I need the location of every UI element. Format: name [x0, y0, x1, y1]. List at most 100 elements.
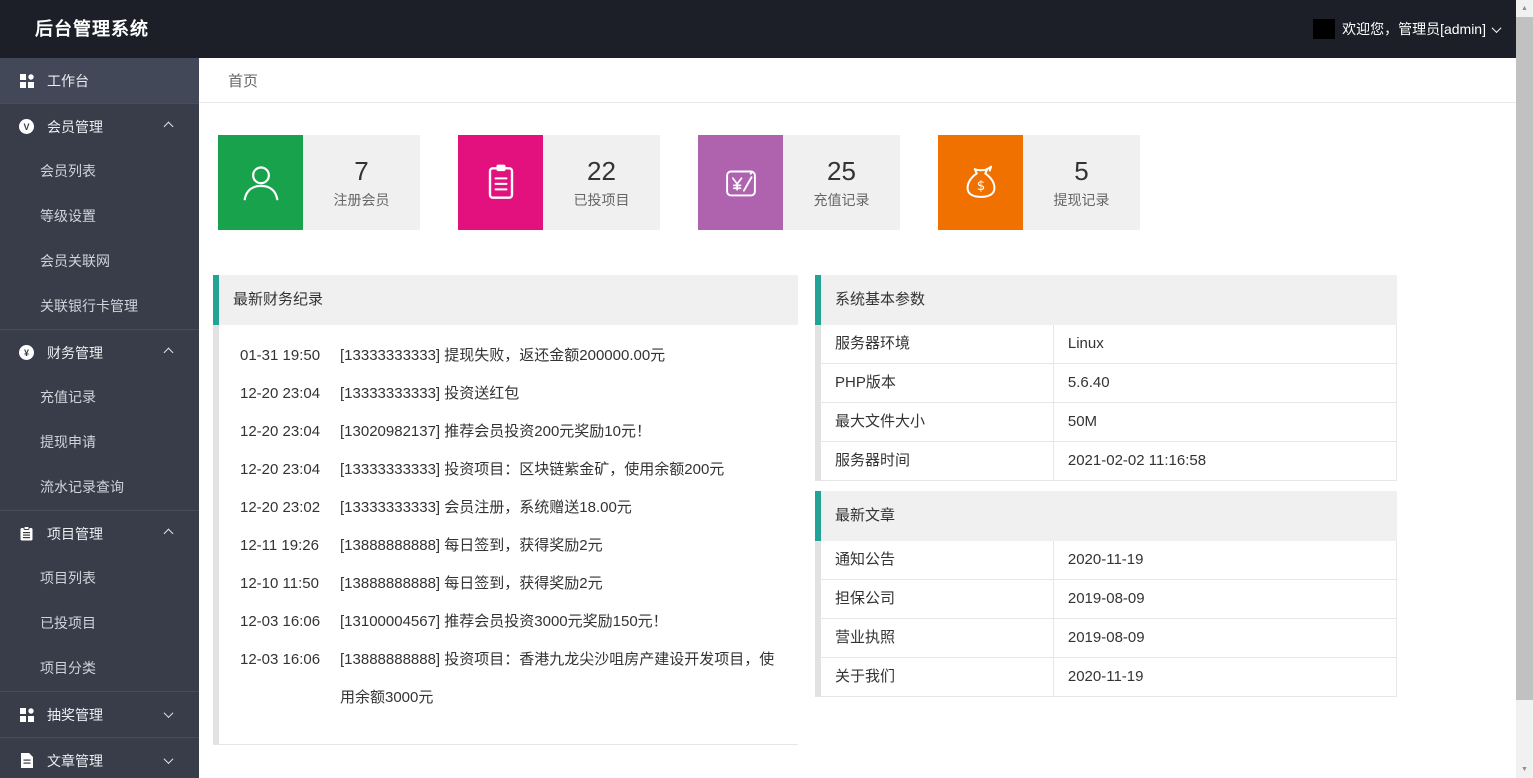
- member-circle-icon: V: [19, 119, 34, 134]
- clipboard-icon: [19, 526, 34, 541]
- article-doc-icon: [19, 753, 34, 768]
- stat-label: 已投项目: [574, 190, 630, 210]
- right-column: 系统基本参数 服务器环境Linux PHP版本5.6.40 最大文件大小50M …: [815, 275, 1397, 745]
- admin-dashboard: 后台管理系统 欢迎您，管理员[admin] 工作台 V 会员管理 会员列表 等级…: [0, 0, 1533, 778]
- chevron-up-icon: [164, 529, 174, 539]
- lottery-grid-icon: [19, 708, 34, 722]
- sidebar-item-withdraw-requests[interactable]: 提现申请: [0, 420, 199, 465]
- sidebar-item-workbench[interactable]: 工作台: [0, 58, 199, 103]
- panel-title: 最新文章: [815, 491, 1397, 541]
- chevron-up-icon: [164, 122, 174, 132]
- sidebar-group-finance: ¥ 财务管理 充值记录 提现申请 流水记录查询: [0, 329, 199, 510]
- sidebar-item-label: 文章管理: [47, 751, 103, 771]
- clipboard-icon: [458, 135, 543, 230]
- stat-value: 5: [1074, 156, 1088, 187]
- sidebar-item-member-network[interactable]: 会员关联网: [0, 239, 199, 284]
- money-bag-icon: $: [938, 135, 1023, 230]
- sidebar-group-lottery: 抽奖管理: [0, 691, 199, 737]
- sidebar-item-label: 项目管理: [47, 524, 103, 544]
- sidebar-item-article-mgmt[interactable]: 文章管理: [0, 738, 199, 778]
- sidebar-item-label: 抽奖管理: [47, 705, 103, 725]
- sidebar-item-invested-projects[interactable]: 已投项目: [0, 601, 199, 646]
- console-grid-icon: [19, 74, 34, 88]
- chevron-up-icon: [164, 348, 174, 358]
- svg-text:$: $: [976, 179, 985, 194]
- finance-record: 12-03 16:06[13100004567] 推荐会员投资3000元奖励15…: [240, 603, 780, 641]
- table-row: 服务器环境Linux: [821, 325, 1396, 364]
- sidebar-item-bank-cards[interactable]: 关联银行卡管理: [0, 284, 199, 329]
- finance-record: 12-20 23:04[13333333333] 投资项目：区块链紫金矿，使用余…: [240, 451, 780, 489]
- panels-row: 最新财务纪录 01-31 19:50[13333333333] 提现失败，返还金…: [213, 275, 1498, 745]
- table-row: 营业执照2019-08-09: [821, 619, 1396, 658]
- scrollbar-thumb[interactable]: [1516, 17, 1533, 700]
- stat-cards-row: 7 注册会员 22 已投项目: [218, 135, 1498, 230]
- sidebar-item-member-list[interactable]: 会员列表: [0, 149, 199, 194]
- sidebar-item-project-categories[interactable]: 项目分类: [0, 646, 199, 691]
- sidebar-item-recharge-records[interactable]: 充值记录: [0, 375, 199, 420]
- user-menu[interactable]: 欢迎您，管理员[admin]: [1313, 0, 1500, 58]
- table-row: 关于我们2020-11-19: [821, 658, 1396, 697]
- sidebar-item-lottery-mgmt[interactable]: 抽奖管理: [0, 692, 199, 737]
- stat-card-withdraw-records[interactable]: $ 5 提现记录: [938, 135, 1140, 230]
- latest-articles-panel: 最新文章 通知公告2020-11-19 担保公司2019-08-09 营业执照2…: [815, 491, 1397, 697]
- table-row: 最大文件大小50M: [821, 403, 1396, 442]
- finance-record: 12-11 19:26[13888888888] 每日签到，获得奖励2元: [240, 527, 780, 565]
- scrollbar[interactable]: ▲ ▼: [1516, 0, 1533, 778]
- system-params-table: 服务器环境Linux PHP版本5.6.40 最大文件大小50M 服务器时间20…: [815, 325, 1397, 481]
- chevron-down-icon: [1492, 23, 1502, 33]
- sidebar-item-project-list[interactable]: 项目列表: [0, 556, 199, 601]
- finance-record: 01-31 19:50[13333333333] 提现失败，返还金额200000…: [240, 337, 780, 375]
- latest-articles-table: 通知公告2020-11-19 担保公司2019-08-09 营业执照2019-0…: [815, 541, 1397, 697]
- finance-records-panel: 最新财务纪录 01-31 19:50[13333333333] 提现失败，返还金…: [213, 275, 798, 745]
- system-params-panel: 系统基本参数 服务器环境Linux PHP版本5.6.40 最大文件大小50M …: [815, 275, 1397, 481]
- table-row: PHP版本5.6.40: [821, 364, 1396, 403]
- sidebar-item-label: 财务管理: [47, 343, 103, 363]
- table-row: 担保公司2019-08-09: [821, 580, 1396, 619]
- finance-record: 12-20 23:02[13333333333] 会员注册，系统赠送18.00元: [240, 489, 780, 527]
- stat-card-registered-members[interactable]: 7 注册会员: [218, 135, 420, 230]
- panel-title: 系统基本参数: [815, 275, 1397, 325]
- avatar: [1313, 19, 1335, 39]
- sidebar-item-flow-records[interactable]: 流水记录查询: [0, 465, 199, 510]
- stat-value: 25: [827, 156, 856, 187]
- stat-label: 注册会员: [334, 190, 390, 210]
- main-area: 首页 7 注册会员: [199, 58, 1516, 778]
- sidebar-item-member-mgmt[interactable]: V 会员管理: [0, 104, 199, 149]
- chevron-down-icon: [164, 754, 174, 764]
- sidebar: 工作台 V 会员管理 会员列表 等级设置 会员关联网 关联银行卡管理 ¥ 财务管…: [0, 58, 199, 778]
- yen-bill-icon: [698, 135, 783, 230]
- user-icon: [218, 135, 303, 230]
- sidebar-item-project-mgmt[interactable]: 项目管理: [0, 511, 199, 556]
- tab-bar: 首页: [199, 58, 1516, 103]
- panel-title: 最新财务纪录: [213, 275, 798, 325]
- stat-value: 22: [587, 156, 616, 187]
- finance-record: 12-10 11:50[13888888888] 每日签到，获得奖励2元: [240, 565, 780, 603]
- stat-value: 7: [354, 156, 368, 187]
- sidebar-item-level-settings[interactable]: 等级设置: [0, 194, 199, 239]
- dashboard-content: 7 注册会员 22 已投项目: [199, 103, 1516, 745]
- top-header: 后台管理系统 欢迎您，管理员[admin]: [0, 0, 1516, 58]
- stat-card-invested-projects[interactable]: 22 已投项目: [458, 135, 660, 230]
- table-row: 通知公告2020-11-19: [821, 541, 1396, 580]
- finance-yen-circle-icon: ¥: [19, 345, 34, 360]
- finance-record: 12-20 23:04[13020982137] 推荐会员投资200元奖励10元…: [240, 413, 780, 451]
- sidebar-item-finance-mgmt[interactable]: ¥ 财务管理: [0, 330, 199, 375]
- sidebar-group-members: V 会员管理 会员列表 等级设置 会员关联网 关联银行卡管理: [0, 103, 199, 329]
- finance-record: 12-03 16:06[13888888888] 投资项目：香港九龙尖沙咀房产建…: [240, 641, 780, 717]
- welcome-text: 欢迎您，管理员[admin]: [1342, 19, 1486, 39]
- tab-home[interactable]: 首页: [228, 70, 258, 91]
- table-row: 服务器时间2021-02-02 11:16:58: [821, 442, 1396, 481]
- sidebar-item-label: 工作台: [47, 71, 89, 91]
- stat-label: 提现记录: [1054, 190, 1110, 210]
- sidebar-group-projects: 项目管理 项目列表 已投项目 项目分类: [0, 510, 199, 691]
- scroll-up-arrow-icon[interactable]: ▲: [1516, 0, 1533, 17]
- app-title: 后台管理系统: [35, 0, 149, 58]
- finance-record: 12-20 23:04[13333333333] 投资送红包: [240, 375, 780, 413]
- stat-card-recharge-records[interactable]: 25 充值记录: [698, 135, 900, 230]
- finance-records-list: 01-31 19:50[13333333333] 提现失败，返还金额200000…: [213, 325, 798, 745]
- stat-label: 充值记录: [814, 190, 870, 210]
- scroll-down-arrow-icon[interactable]: ▼: [1516, 761, 1533, 778]
- chevron-down-icon: [164, 708, 174, 718]
- sidebar-group-articles: 文章管理: [0, 737, 199, 778]
- sidebar-item-label: 会员管理: [47, 117, 103, 137]
